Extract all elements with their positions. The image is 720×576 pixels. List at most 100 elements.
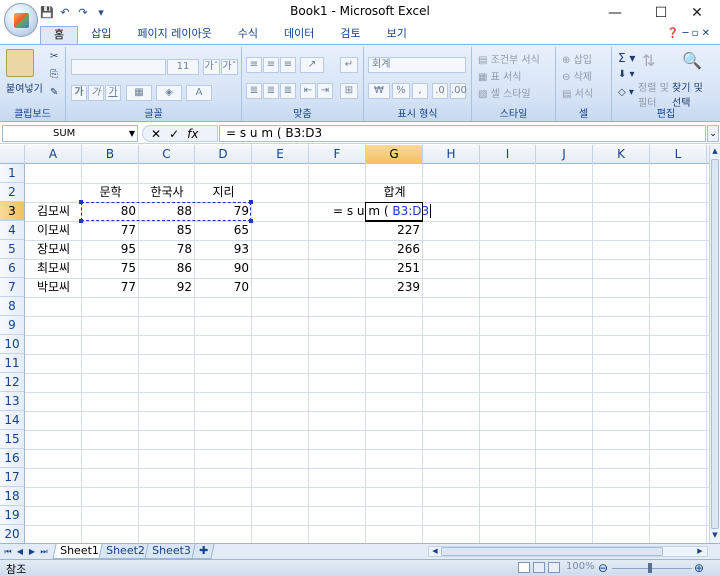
name-box-dropdown-icon[interactable]: ▼	[127, 125, 137, 142]
conditional-format-button[interactable]: ▤ 조건부 서식	[478, 51, 540, 66]
format-as-table-button[interactable]: ▦ 표 서식	[478, 68, 521, 83]
grow-font-button[interactable]: 가ˆ	[203, 59, 220, 75]
increase-decimal-button[interactable]: .0	[432, 83, 448, 99]
clear-icon[interactable]: ◇ ▾	[618, 87, 634, 98]
currency-button[interactable]: ₩	[368, 83, 390, 99]
redo-icon[interactable]: ↷	[76, 6, 90, 20]
row-header-6[interactable]: 6	[0, 259, 25, 278]
cell-b2[interactable]: 문학	[82, 183, 139, 202]
cell-c5[interactable]: 78	[139, 240, 195, 259]
row-header-16[interactable]: 16	[0, 449, 25, 468]
tab-home[interactable]: 홈	[40, 26, 79, 44]
column-header-e[interactable]: E	[252, 145, 309, 164]
zoom-level[interactable]: 100%	[566, 561, 595, 572]
align-top-icon[interactable]: ≡	[246, 57, 262, 73]
column-header-l[interactable]: L	[650, 145, 707, 164]
tab-data[interactable]: 데이터	[271, 26, 327, 44]
prev-sheet-icon[interactable]: ◀	[15, 546, 25, 558]
expand-formula-bar-icon[interactable]: ⌄	[707, 125, 719, 142]
cell-d6[interactable]: 90	[195, 259, 252, 278]
range-handle[interactable]	[79, 219, 83, 223]
cell-c6[interactable]: 86	[139, 259, 195, 278]
column-header-j[interactable]: J	[536, 145, 593, 164]
save-icon[interactable]: 💾	[40, 6, 54, 20]
number-format-select[interactable]: 회계	[368, 57, 466, 73]
cell-g2[interactable]: 합계	[366, 183, 423, 202]
scroll-down-icon[interactable]: ▼	[711, 531, 719, 541]
shrink-font-button[interactable]: 가ˇ	[221, 59, 238, 75]
sheet-tab-3[interactable]: Sheet3	[144, 544, 199, 559]
cell-b7[interactable]: 77	[82, 278, 139, 297]
column-header-d[interactable]: D	[195, 145, 252, 164]
row-header-3[interactable]: 3	[0, 202, 25, 221]
format-cells-button[interactable]: ▤ 서식	[562, 85, 593, 100]
cell-a3[interactable]: 김모씨	[25, 202, 82, 221]
cell-a4[interactable]: 이모씨	[25, 221, 82, 240]
decrease-decimal-button[interactable]: .00	[450, 83, 467, 99]
row-header-11[interactable]: 11	[0, 354, 25, 373]
formula-input[interactable]: = s u m ( B3:D3	[219, 125, 706, 142]
name-box[interactable]: SUM	[2, 125, 138, 142]
row-header-5[interactable]: 5	[0, 240, 25, 259]
align-center-icon[interactable]: ≣	[263, 83, 279, 99]
cancel-icon[interactable]: ✕	[151, 127, 161, 141]
row-header-19[interactable]: 19	[0, 506, 25, 525]
row-header-10[interactable]: 10	[0, 335, 25, 354]
border-button[interactable]: ▦	[126, 85, 152, 101]
increase-indent-icon[interactable]: ⇥	[317, 83, 333, 99]
cell-styles-button[interactable]: ▧ 셀 스타일	[478, 85, 531, 100]
cell-c2[interactable]: 한국사	[139, 183, 195, 202]
column-header-a[interactable]: A	[25, 145, 82, 164]
orientation-icon[interactable]: ↗	[300, 57, 324, 73]
cut-icon[interactable]: ✂	[50, 51, 58, 62]
fill-color-button[interactable]: ◈	[156, 85, 182, 101]
column-header-f[interactable]: F	[309, 145, 366, 164]
row-header-7[interactable]: 7	[0, 278, 25, 297]
row-header-12[interactable]: 12	[0, 373, 25, 392]
range-handle[interactable]	[79, 200, 83, 204]
row-header-1[interactable]: 1	[0, 164, 25, 183]
cell-a7[interactable]: 박모씨	[25, 278, 82, 297]
horizontal-scrollbar[interactable]: ◀ ▶	[428, 546, 708, 557]
merge-icon[interactable]: ⊞	[340, 83, 358, 99]
autosum-icon[interactable]: Σ ▾	[618, 51, 635, 65]
decrease-indent-icon[interactable]: ⇤	[300, 83, 316, 99]
vertical-scroll-thumb[interactable]	[711, 159, 719, 529]
tab-review[interactable]: 검토	[327, 26, 373, 44]
column-header-g[interactable]: G	[366, 145, 423, 164]
format-painter-icon[interactable]: ✎	[50, 87, 58, 98]
last-sheet-icon[interactable]: ⏭	[39, 546, 49, 558]
cell-c4[interactable]: 85	[139, 221, 195, 240]
underline-button[interactable]: 가	[105, 85, 121, 101]
column-header-k[interactable]: K	[593, 145, 650, 164]
column-header-i[interactable]: I	[480, 145, 536, 164]
align-right-icon[interactable]: ≣	[280, 83, 296, 99]
font-name-select[interactable]	[71, 59, 166, 75]
row-header-17[interactable]: 17	[0, 468, 25, 487]
scroll-up-icon[interactable]: ▲	[711, 147, 719, 157]
cell-b6[interactable]: 75	[82, 259, 139, 278]
zoom-slider-thumb[interactable]	[648, 563, 652, 573]
page-break-view-icon[interactable]	[548, 562, 560, 573]
scroll-left-icon[interactable]: ◀	[430, 547, 440, 556]
minimize-button[interactable]: —	[592, 0, 638, 26]
column-header-b[interactable]: B	[82, 145, 139, 164]
range-handle[interactable]	[249, 200, 253, 204]
tab-formulas[interactable]: 수식	[225, 26, 271, 44]
row-header-4[interactable]: 4	[0, 221, 25, 240]
next-sheet-icon[interactable]: ▶	[27, 546, 37, 558]
wrap-text-icon[interactable]: ↵	[340, 57, 358, 73]
undo-icon[interactable]: ↶	[58, 6, 72, 20]
align-bottom-icon[interactable]: ≡	[280, 57, 296, 73]
zoom-in-icon[interactable]: ⊕	[694, 561, 704, 575]
column-header-c[interactable]: C	[139, 145, 195, 164]
enter-icon[interactable]: ✓	[169, 127, 179, 141]
font-size-select[interactable]: 11	[167, 59, 199, 75]
normal-view-icon[interactable]	[518, 562, 530, 573]
cell-g3-editor[interactable]: = s u m ( B3:D3	[330, 202, 432, 221]
help-icon[interactable]: ❓ ─ ▫ ✕	[667, 28, 710, 39]
bold-button[interactable]: 가	[71, 85, 87, 101]
cell-d5[interactable]: 93	[195, 240, 252, 259]
align-middle-icon[interactable]: ≡	[263, 57, 279, 73]
comma-button[interactable]: ,	[412, 83, 428, 99]
